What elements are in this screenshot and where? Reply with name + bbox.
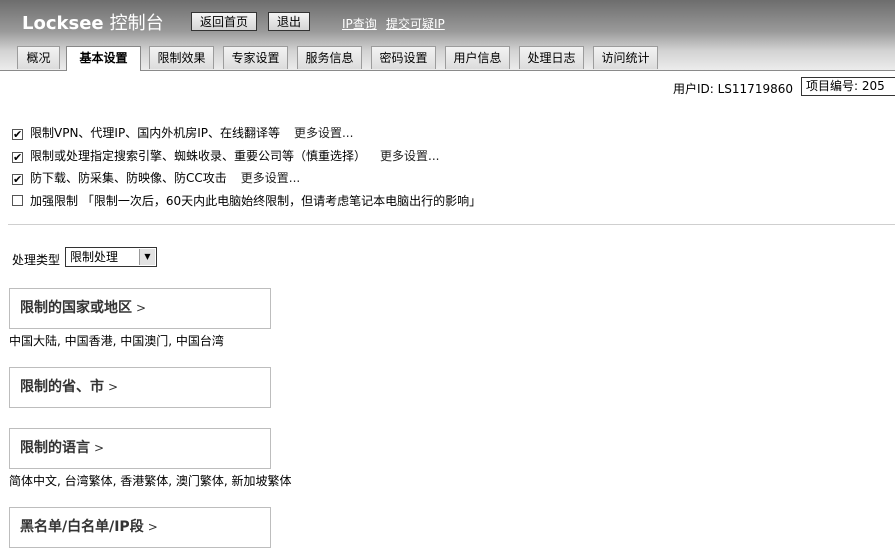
languages-summary: 简体中文, 台湾繁体, 香港繁体, 澳门繁体, 新加坡繁体 <box>9 474 292 488</box>
top-header: Locksee 控制台 返回首页 退出 IP查询 提交可疑IP 概况 基本设置 限… <box>0 0 895 71</box>
chevron-right-icon: > <box>108 380 119 394</box>
tab-access-stats[interactable]: 访问统计 <box>593 46 658 69</box>
restricted-provinces-section[interactable]: 限制的省、市 > <box>9 367 271 408</box>
vpn-checkbox[interactable]: ✔ <box>12 129 23 140</box>
submit-suspicious-ip-link[interactable]: 提交可疑IP <box>386 15 445 32</box>
process-type-select[interactable]: 限制处理 ▼ <box>65 247 157 267</box>
search-engine-checkbox[interactable]: ✔ <box>12 152 23 163</box>
option-label: 防下载、防采集、防映像、防CC攻击 <box>30 171 227 185</box>
option-label: 加强限制 「限制一次后，60天内此电脑始终限制，但请考虑笔记本电脑出行的影响」 <box>30 194 482 208</box>
blacklist-whitelist-section[interactable]: 黑名单/白名单/IP段 > <box>9 507 271 548</box>
section-title: 黑名单/白名单/IP段 <box>20 519 144 535</box>
more-settings-link[interactable]: 更多设置... <box>241 171 300 185</box>
more-settings-link[interactable]: 更多设置... <box>380 149 439 163</box>
option-anti-download: ✔ 防下载、防采集、防映像、防CC攻击 更多设置... <box>12 169 300 186</box>
restricted-languages-section[interactable]: 限制的语言 > <box>9 428 271 469</box>
divider <box>8 224 895 225</box>
more-settings-link[interactable]: 更多设置... <box>294 126 353 140</box>
option-label: 限制VPN、代理IP、国内外机房IP、在线翻译等 <box>30 126 280 140</box>
option-vpn: ✔ 限制VPN、代理IP、国内外机房IP、在线翻译等 更多设置... <box>12 124 353 141</box>
section-title: 限制的语言 <box>20 440 90 456</box>
section-title: 限制的省、市 <box>20 379 104 395</box>
countries-summary: 中国大陆, 中国香港, 中国澳门, 中国台湾 <box>9 334 224 348</box>
anti-download-checkbox[interactable]: ✔ <box>12 174 23 185</box>
tab-basic-settings[interactable]: 基本设置 <box>66 46 141 71</box>
process-type-value: 限制处理 <box>70 250 119 264</box>
tab-user-info[interactable]: 用户信息 <box>445 46 510 69</box>
option-label: 限制或处理指定搜索引擎、蜘蛛收录、重要公司等（慎重选择） <box>30 149 367 163</box>
brand-logo: Locksee 控制台 <box>22 9 164 35</box>
tab-processing-log[interactable]: 处理日志 <box>519 46 584 69</box>
option-enhanced-restriction: 加强限制 「限制一次后，60天内此电脑始终限制，但请考虑笔记本电脑出行的影响」 <box>12 192 481 209</box>
project-number: 项目编号: 205 <box>801 77 895 96</box>
dropdown-arrow-icon[interactable]: ▼ <box>139 249 155 265</box>
section-title: 限制的国家或地区 <box>20 300 132 316</box>
ip-query-link[interactable]: IP查询 <box>342 15 377 32</box>
user-id-label: 用户ID: LS11719860 <box>672 82 793 96</box>
logout-button[interactable]: 退出 <box>268 12 311 31</box>
restricted-countries-section[interactable]: 限制的国家或地区 > <box>9 288 271 329</box>
tab-overview[interactable]: 概况 <box>17 46 60 69</box>
home-button[interactable]: 返回首页 <box>191 12 258 31</box>
tab-password-settings[interactable]: 密码设置 <box>371 46 436 69</box>
enhanced-restriction-checkbox[interactable] <box>12 195 23 206</box>
brand-subtitle: 控制台 <box>109 13 164 34</box>
chevron-right-icon: > <box>147 520 158 534</box>
tab-service-info[interactable]: 服务信息 <box>297 46 362 69</box>
option-search-engine: ✔ 限制或处理指定搜索引擎、蜘蛛收录、重要公司等（慎重选择） 更多设置... <box>12 147 439 164</box>
process-type-label: 处理类型 <box>12 253 61 267</box>
tab-restriction-effect[interactable]: 限制效果 <box>149 46 214 69</box>
brand-name: Locksee <box>22 13 104 34</box>
chevron-right-icon: > <box>94 441 105 455</box>
chevron-right-icon: > <box>136 301 147 315</box>
tab-expert-settings[interactable]: 专家设置 <box>223 46 288 69</box>
